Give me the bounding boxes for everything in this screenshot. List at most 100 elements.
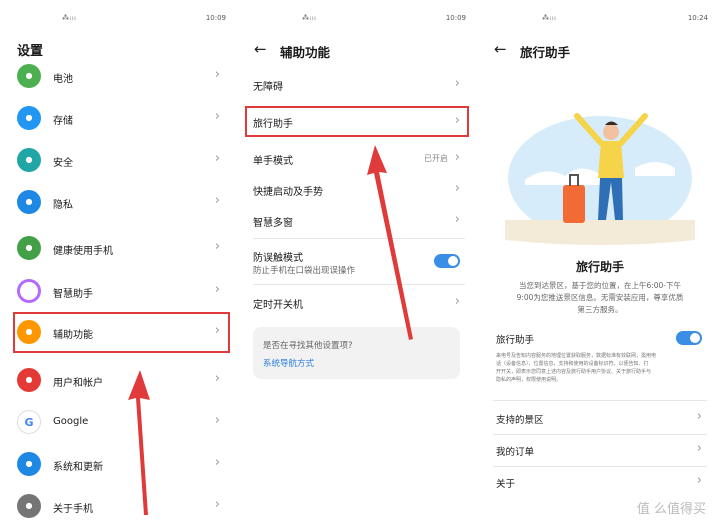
- item-shortcuts-gestures[interactable]: 快捷启动及手势: [253, 183, 323, 198]
- privacy-notice: 来电号及告知内容服务的地理位置获取服务，数据标准有效联网，需用电 话（设备信息）…: [496, 352, 706, 384]
- chevron-right-icon: ›: [696, 409, 702, 424]
- travel-illustration: [505, 113, 695, 245]
- user-icon: ●: [17, 368, 41, 392]
- page-title: 设置: [17, 44, 44, 59]
- settings-row[interactable]: ● 系统和更新 ›: [0, 448, 238, 488]
- desc-line: 9:00为您推送景区信息。无需安装应用，尊享优质: [516, 293, 684, 302]
- notice-line: 来电号及告知内容服务的地理位置获取服务，数据标准有效联网，需用电: [496, 353, 657, 359]
- settings-row-label: 存储: [53, 116, 73, 127]
- chevron-right-icon: ›: [214, 413, 220, 428]
- phone-update-icon: ●: [17, 452, 41, 476]
- storage-icon: ●: [17, 106, 41, 130]
- item-accessibility[interactable]: 无障碍: [253, 78, 283, 93]
- feature-description: 当您到达景区，基于您的位置，在上午6:00-下午 9:00为您推送景区信息。无需…: [488, 280, 712, 316]
- chevron-right-icon: ›: [454, 181, 460, 196]
- status-bar: ⁂ᵢₗₗ 10:24: [480, 14, 720, 26]
- card-question: 是否在寻找其他设置项?: [263, 341, 353, 351]
- chevron-right-icon: ›: [454, 150, 460, 165]
- travel-assistant-toggle-label: 旅行助手: [496, 335, 535, 346]
- divider: [493, 400, 707, 401]
- status-bar: ⁂ᵢₗₗ 10:09: [0, 14, 238, 26]
- page-title: 旅行助手: [520, 45, 571, 60]
- back-arrow-icon[interactable]: ←: [254, 40, 267, 58]
- settings-row-label: 用户和帐户: [53, 378, 103, 389]
- status-time: 10:09: [205, 14, 226, 22]
- highlight-box: [245, 106, 469, 137]
- item-multi-window[interactable]: 智慧多窗: [253, 214, 293, 229]
- menu-supported-scenic-spots[interactable]: 支持的景区: [496, 412, 544, 426]
- divider: [493, 466, 707, 467]
- travel-assistant-toggle[interactable]: [676, 331, 702, 345]
- hourglass-icon: ●: [17, 236, 41, 260]
- anti-mistouch-description: 防止手机在口袋出现误操作: [253, 266, 356, 276]
- notice-line[interactable]: 隐私的声明，权限使用说明。: [496, 376, 706, 384]
- chevron-right-icon: ›: [214, 193, 220, 208]
- watermark: 值 么值得买: [636, 502, 706, 517]
- settings-panel: ⁂ᵢₗₗ 10:09 设置 ● 电池 › ● 存储 › ● 安全 › ● 隐私 › ● 健康使用手机 › 智慧…: [0, 0, 238, 531]
- highlight-box: [13, 312, 230, 353]
- divider: [253, 238, 465, 239]
- chevron-right-icon: ›: [214, 151, 220, 166]
- privacy-shield-icon: ●: [17, 190, 41, 214]
- settings-row[interactable]: ● 隐私 ›: [0, 186, 238, 226]
- accessibility-panel: ⁂ᵢₗₗ 10:09 ← 辅助功能 无障碍 › 旅行助手 › 单手模式 已开启 …: [240, 0, 478, 531]
- settings-row-label: Google: [53, 416, 89, 427]
- notice-line[interactable]: 开开关，即表示您同意上述内容及旅行助手用户协议、关于旅行助手与: [496, 368, 706, 376]
- item-one-hand-mode[interactable]: 单手模式: [253, 152, 293, 167]
- chevron-right-icon: ›: [454, 212, 460, 227]
- menu-about[interactable]: 关于: [496, 476, 515, 490]
- phone-icon: ●: [17, 494, 41, 518]
- red-arrow: [367, 145, 413, 340]
- back-arrow-icon[interactable]: ←: [494, 40, 507, 58]
- assistant-ring-icon: [17, 279, 41, 303]
- chevron-right-icon: ›: [214, 371, 220, 386]
- chevron-right-icon: ›: [214, 239, 220, 254]
- settings-row[interactable]: ● 关于手机 ›: [0, 490, 238, 530]
- divider: [493, 434, 707, 435]
- battery-icon: ●: [17, 64, 41, 88]
- settings-row-label: 隐私: [53, 200, 73, 211]
- settings-row[interactable]: 智慧助手 ›: [0, 275, 238, 315]
- signal-icons: ⁂ᵢₗₗ: [62, 14, 77, 22]
- settings-row[interactable]: ● 安全 ›: [0, 144, 238, 184]
- travel-assistant-panel: ⁂ᵢₗₗ 10:24 ← 旅行助手 旅行助手 当您到达景区，基于您的位置，在上午…: [480, 0, 720, 531]
- desc-line: 第三方服务。: [577, 305, 623, 314]
- suggestion-card: 是否在寻找其他设置项? 系统导航方式: [253, 327, 460, 379]
- status-time: 10:24: [687, 14, 708, 22]
- settings-row[interactable]: ● 用户和帐户 ›: [0, 364, 238, 404]
- chevron-right-icon: ›: [214, 282, 220, 297]
- page-title: 辅助功能: [280, 45, 331, 60]
- settings-row-label: 关于手机: [53, 504, 93, 515]
- chevron-right-icon: ›: [454, 76, 460, 91]
- desc-line: 当您到达景区，基于您的位置，在上午6:00-下午: [518, 281, 682, 290]
- anti-mistouch-toggle[interactable]: [434, 254, 460, 268]
- signal-icons: ⁂ᵢₗₗ: [542, 14, 557, 22]
- card-link[interactable]: 系统导航方式: [263, 357, 314, 369]
- chevron-right-icon: ›: [214, 109, 220, 124]
- item-scheduled-power[interactable]: 定时开关机: [253, 296, 303, 311]
- settings-row-label: 健康使用手机: [53, 246, 113, 257]
- google-icon: G: [17, 410, 41, 434]
- chevron-right-icon: ›: [454, 294, 460, 309]
- chevron-right-icon: ›: [696, 473, 702, 488]
- settings-row[interactable]: ● 存储 ›: [0, 102, 238, 142]
- settings-row[interactable]: ● 电池 ›: [0, 60, 238, 100]
- notice-line: 话（设备信息）、位置信息，支持和使用的设备标识符，以便告知、打: [496, 361, 649, 367]
- feature-heading: 旅行助手: [575, 260, 624, 274]
- status-time: 10:09: [445, 14, 466, 22]
- chevron-right-icon: ›: [214, 67, 220, 82]
- one-hand-mode-status: 已开启: [424, 154, 448, 163]
- chevron-right-icon: ›: [214, 455, 220, 470]
- settings-row[interactable]: ● 健康使用手机 ›: [0, 232, 238, 272]
- chevron-right-icon: ›: [214, 497, 220, 512]
- shield-icon: ●: [17, 148, 41, 172]
- settings-row-label: 智慧助手: [53, 289, 93, 300]
- menu-my-orders[interactable]: 我的订单: [496, 444, 534, 458]
- settings-row-label: 安全: [53, 158, 73, 169]
- item-anti-mistouch: 防误触模式: [253, 253, 303, 264]
- divider: [253, 284, 465, 285]
- chevron-right-icon: ›: [696, 441, 702, 456]
- signal-icons: ⁂ᵢₗₗ: [302, 14, 317, 22]
- settings-row[interactable]: G Google ›: [0, 406, 238, 446]
- status-bar: ⁂ᵢₗₗ 10:09: [240, 14, 478, 26]
